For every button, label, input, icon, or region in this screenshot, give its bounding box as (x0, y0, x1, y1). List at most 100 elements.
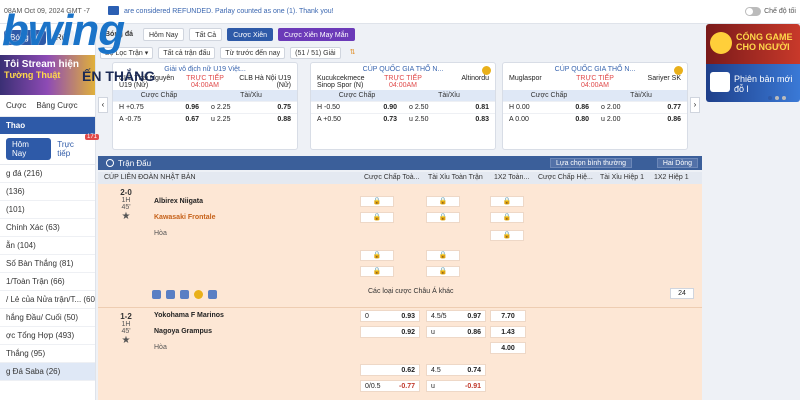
live-stream-icon[interactable] (194, 290, 203, 299)
odds-cell[interactable]: A +0.50 0.73 (311, 114, 403, 125)
stats-icon[interactable] (166, 290, 175, 299)
odds-value: 0.81 (475, 104, 489, 111)
banner-line1: Tôi Stream hiện (4, 59, 80, 70)
sidebar-item[interactable]: g Đá Saba (26) (0, 363, 95, 381)
odds-value: -0.77 (399, 382, 415, 390)
card-hdr-handicap: Cược Chấp (530, 92, 568, 99)
more-asian-bets-link[interactable]: Các loại cược Châu Á khác (368, 288, 454, 295)
match-minute: 45' (121, 204, 131, 211)
odds-cell[interactable]: 0/0.5 -0.77 (360, 380, 420, 392)
odds-cell[interactable]: u 0.86 (426, 326, 486, 338)
col-handicap-1h: Cược Chấp Hiệ... (538, 174, 593, 181)
favorite-star-icon[interactable] (482, 66, 491, 75)
toggle-switch[interactable] (745, 7, 762, 16)
match-row: 1-2 1H 45' ★ Yokohama F Marinos Nagoya G… (98, 308, 702, 400)
sidebar-link-bets[interactable]: Cược (6, 101, 26, 110)
sidebar-stream-banner[interactable]: Tôi Stream hiện Tường Thuật (0, 55, 95, 95)
pagination-dot[interactable] (775, 96, 779, 100)
sidebar-item[interactable]: ẵn (104) (0, 237, 95, 255)
sidebar-item[interactable]: (101) (0, 201, 95, 219)
tv-icon[interactable] (180, 290, 189, 299)
carousel-prev-button[interactable]: ‹ (98, 97, 108, 113)
dark-mode-toggle[interactable]: Chế độ tối (745, 7, 796, 16)
match-list-title: Trận Đấu (118, 158, 152, 168)
odds-cell[interactable]: u 2.25 0.88 (205, 114, 297, 125)
sidebar-item[interactable]: Thắng (95) (0, 345, 95, 363)
sidebar-item[interactable]: ợc Tổng Hợp (493) (0, 327, 95, 345)
sidebar-link-betboard[interactable]: Bảng Cược (36, 101, 77, 110)
sidebar-item[interactable]: Chính Xác (63) (0, 219, 95, 237)
brand-subtitle: ẾN THẮNG (82, 68, 156, 84)
sidebar-item[interactable]: 1/Toàn Trận (66) (0, 273, 95, 291)
sidebar-item[interactable]: / Lẻ của Nửa trận/T... (60) (0, 291, 95, 309)
odds-cell[interactable]: o 2.50 0.81 (403, 102, 495, 113)
match-card[interactable]: CÚP QUỐC GIA THỔ N... Kucukcekmece Sinop… (310, 62, 496, 150)
locked-odds-icon: 🔒 (426, 212, 460, 223)
chart-icon[interactable] (208, 290, 217, 299)
pagination-dot[interactable] (768, 96, 772, 100)
sidebar-item[interactable]: (136) (0, 183, 95, 201)
time-range-select[interactable]: Từ trước đến nay (220, 47, 286, 59)
favorite-star-icon[interactable] (674, 66, 683, 75)
card-live-status: TRỰC TIẾP 04:00AM (384, 75, 422, 89)
odds-value: 0.93 (401, 312, 415, 320)
tab-today[interactable]: Hôm Nay (143, 27, 185, 41)
subtab-today[interactable]: Hôm Nay (6, 138, 52, 160)
card-hdr-ou: Tài/Xỉu (630, 92, 652, 99)
odds-cell[interactable]: A -0.75 0.67 (113, 114, 205, 125)
odds-cell[interactable]: 1.43 (490, 326, 526, 338)
odds-value: 0.80 (575, 116, 589, 123)
odds-value: 0.96 (185, 104, 199, 111)
carousel-next-button[interactable]: › (690, 97, 700, 113)
sidebar-item[interactable]: g đá (216) (0, 165, 95, 183)
odds-cell[interactable]: u -0.91 (426, 380, 486, 392)
odds-cell[interactable]: H +0.75 0.96 (113, 102, 205, 113)
odds-cell[interactable]: u 2.00 0.86 (595, 114, 687, 125)
odds-cell[interactable]: 0.92 (360, 326, 420, 338)
view-mode-select[interactable]: Lựa chọn bình thường (549, 158, 632, 168)
odds-line: 4.5 (431, 366, 441, 374)
refresh-icon[interactable] (106, 159, 114, 167)
card-header: Cược Chấp Tài/Xỉu (503, 90, 687, 101)
odds-cell[interactable]: H 0.00 0.86 (503, 102, 595, 113)
banner-line2: Tường Thuật (4, 70, 61, 80)
odds-value: 0.75 (277, 104, 291, 111)
odds-cell[interactable]: o 2.00 0.77 (595, 102, 687, 113)
more-bets-count[interactable]: 24 (670, 288, 694, 299)
sidebar-subtabs: Hôm Nay Trực tiếp 171 (0, 134, 99, 165)
odds-line: o 2.00 (601, 104, 621, 111)
odds-cell[interactable]: o 2.25 0.75 (205, 102, 297, 113)
app-logo-icon (710, 72, 730, 92)
odds-cell[interactable]: u 2.50 0.83 (403, 114, 495, 125)
match-card[interactable]: CÚP QUỐC GIA THỔ N... Muglaspor TRỰC TIẾ… (502, 62, 688, 150)
odds-cell[interactable]: 0.62 (360, 364, 420, 376)
match-tools (152, 290, 217, 299)
pagination-dot[interactable] (782, 96, 786, 100)
favorite-icon[interactable] (152, 290, 161, 299)
favorite-star-icon[interactable]: ★ (106, 211, 146, 222)
locked-odds-icon: 🔒 (360, 212, 394, 223)
parlay-button[interactable]: Cược Xiên (227, 27, 273, 41)
promo-banner-top: CỔNG GAME CHO NGƯỜI (706, 24, 800, 64)
odds-cell[interactable]: 7.70 (490, 310, 526, 322)
odds-cell[interactable]: 4.5 0.74 (426, 364, 486, 376)
odds-cell[interactable]: 0 0.93 (360, 310, 420, 322)
league-count[interactable]: (51 / 51) Giải (290, 47, 341, 59)
line-mode-select[interactable]: Hai Dòng (656, 158, 698, 168)
select-all[interactable]: Tất Cả (189, 27, 223, 41)
odds-cell[interactable]: H -0.50 0.90 (311, 102, 403, 113)
odds-cell[interactable]: A 0.00 0.80 (503, 114, 595, 125)
promo-banner[interactable]: CỔNG GAME CHO NGƯỜI Phiên bản mới đỗ l (706, 24, 800, 102)
sidebar-item[interactable]: Số Bàn Thắng (81) (0, 255, 95, 273)
card-hdr-ou: Tài/Xỉu (240, 92, 262, 99)
odds-cell[interactable]: 4.00 (490, 342, 526, 354)
live-count-badge: 171 (84, 134, 99, 140)
sidebar-item[interactable]: hắng Đầu/ Cuối (50) (0, 309, 95, 327)
odds-cell[interactable]: 4.5/5 0.97 (426, 310, 486, 322)
subtab-live[interactable]: Trực tiếp 171 (57, 134, 99, 158)
favorite-star-icon[interactable]: ★ (106, 335, 146, 346)
card-hdr-handicap: Cược Chấp (338, 92, 376, 99)
sort-icon[interactable]: ⇅ (346, 47, 360, 59)
lucky-parlay-button[interactable]: Cược Xiên May Mắn (278, 27, 355, 41)
all-matches-select[interactable]: Tất cả trận đấu (158, 47, 216, 59)
